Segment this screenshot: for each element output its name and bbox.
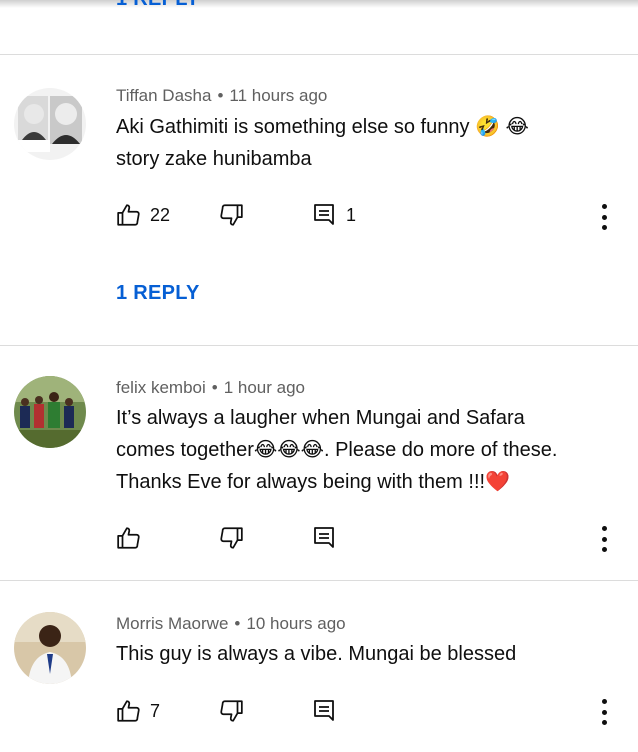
comment-text: Aki Gathimiti is something else so funny…	[116, 111, 616, 175]
avatar[interactable]	[14, 376, 86, 448]
dislike-button[interactable]	[218, 698, 244, 724]
reply-button[interactable]	[312, 525, 336, 551]
comment-time[interactable]: 1 hour ago	[224, 378, 305, 397]
avatar-image	[14, 376, 86, 448]
thumb-down-icon	[220, 527, 243, 549]
comment-author[interactable]: felix kemboi	[116, 378, 206, 397]
reply-button[interactable]: 1	[312, 202, 356, 228]
reply-comment-icon	[314, 527, 334, 548]
comment-text-line: Thanks Eve for always being with them !!…	[116, 471, 510, 493]
more-vert-icon[interactable]	[594, 204, 614, 230]
comment-time[interactable]: 11 hours ago	[229, 86, 327, 105]
avatar-image	[14, 88, 86, 160]
reply-comment-icon	[314, 700, 334, 721]
like-button[interactable]	[116, 525, 150, 551]
comment-meta: Morris Maorwe • 10 hours ago	[116, 614, 346, 634]
comment-text-line: Aki Gathimiti is something else so funny…	[116, 116, 529, 138]
meta-separator: •	[217, 86, 224, 105]
comment-text: This guy is always a vibe. Mungai be ble…	[116, 638, 616, 670]
top-shadow	[0, 0, 638, 8]
view-replies-button[interactable]: 1 REPLY	[116, 0, 200, 11]
divider	[0, 54, 638, 55]
more-vert-icon[interactable]	[594, 699, 614, 725]
like-button[interactable]: 7	[116, 698, 160, 724]
comment-author[interactable]: Morris Maorwe	[116, 614, 228, 633]
avatar-image	[14, 612, 86, 684]
meta-separator: •	[211, 378, 218, 397]
divider	[0, 580, 638, 581]
divider	[0, 345, 638, 346]
dislike-button[interactable]	[218, 202, 244, 228]
reply-count: 1	[346, 204, 357, 225]
more-vert-icon[interactable]	[594, 526, 614, 552]
avatar[interactable]	[14, 88, 86, 160]
thumb-up-icon	[117, 527, 140, 549]
comment-meta: felix kemboi • 1 hour ago	[116, 378, 305, 398]
like-count: 22	[150, 204, 171, 225]
avatar[interactable]	[14, 612, 86, 684]
comment-author[interactable]: Tiffan Dasha	[116, 86, 211, 105]
thumb-up-icon	[117, 204, 140, 226]
thumb-down-icon	[220, 204, 243, 226]
comment-text-line: comes together😂😂😂. Please do more of the…	[116, 439, 558, 461]
reply-comment-icon	[314, 204, 334, 225]
comment-time[interactable]: 10 hours ago	[246, 614, 345, 633]
view-replies-button[interactable]: 1 REPLY	[116, 282, 200, 305]
thumb-up-icon	[117, 700, 140, 722]
thumb-down-icon	[220, 700, 243, 722]
comment-text-line: story zake hunibamba	[116, 148, 312, 170]
like-button[interactable]: 22	[116, 202, 170, 228]
comment-text-line: It’s always a laugher when Mungai and Sa…	[116, 407, 525, 429]
comment-text: It’s always a laugher when Mungai and Sa…	[116, 402, 616, 498]
like-count: 7	[150, 700, 161, 721]
meta-separator: •	[234, 614, 241, 633]
dislike-button[interactable]	[218, 525, 244, 551]
reply-button[interactable]	[312, 698, 336, 724]
comment-text-line: This guy is always a vibe. Mungai be ble…	[116, 643, 517, 665]
comment-meta: Tiffan Dasha • 11 hours ago	[116, 86, 327, 106]
